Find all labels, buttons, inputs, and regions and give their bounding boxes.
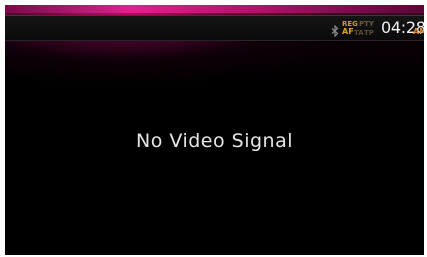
tp-flag: TP <box>364 29 374 37</box>
header-accent-bar <box>5 5 424 13</box>
no-video-signal-message: No Video Signal <box>135 130 293 152</box>
pty-flag: PTY <box>359 20 374 28</box>
af-flag: AF <box>342 27 354 36</box>
status-bar: REG PTY AF TA TP 04:28 AM <box>5 15 424 41</box>
ta-flag: TA <box>354 29 364 37</box>
clock-ampm: AM <box>413 27 424 36</box>
radio-status-flags: REG PTY AF TA TP <box>342 19 382 37</box>
bluetooth-icon <box>330 22 340 38</box>
video-screen: REG PTY AF TA TP 04:28 AM No Video Signa… <box>5 5 424 255</box>
